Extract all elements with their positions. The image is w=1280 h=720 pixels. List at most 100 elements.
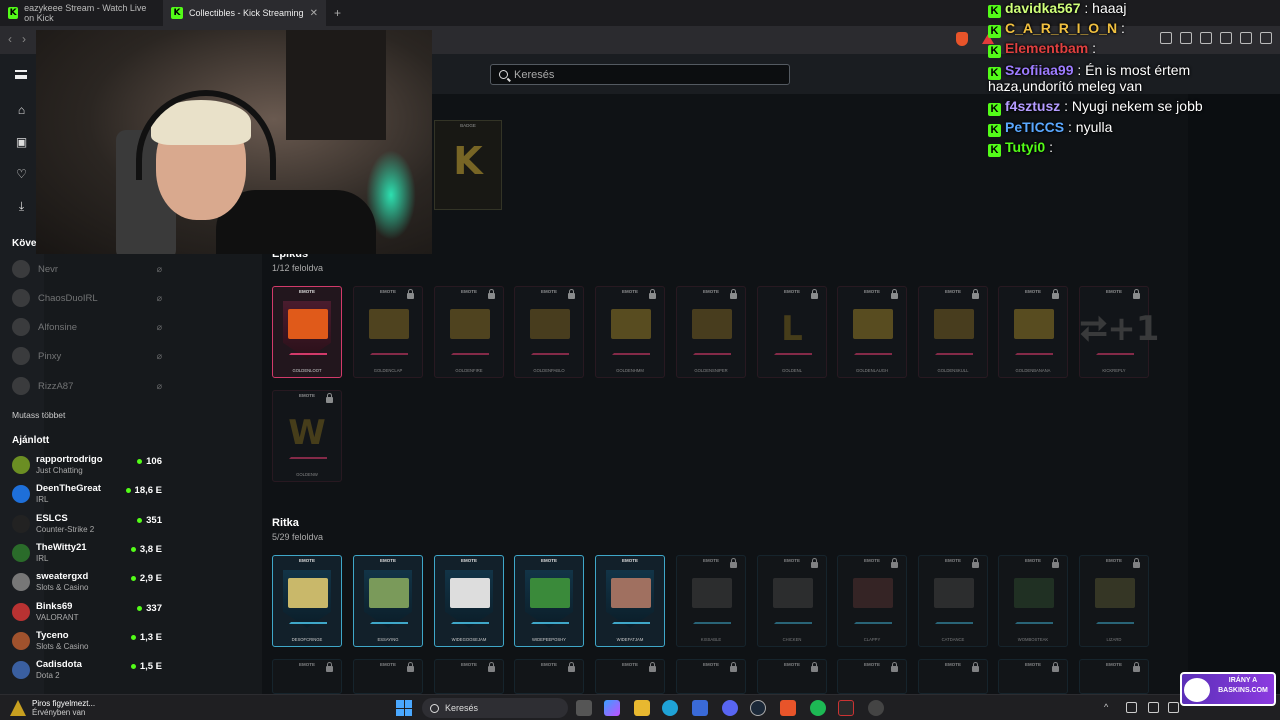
collectible-card[interactable]: EMOTE GOLDENCLAP <box>353 286 423 378</box>
collectible-card[interactable]: EMOTE WOMBOSTEAK <box>998 555 1068 647</box>
collectible-card[interactable]: EMOTE CATDANCE <box>918 555 988 647</box>
discord-icon[interactable] <box>722 700 738 716</box>
channel-name: rapportrodrigo <box>36 454 103 465</box>
collectible-card[interactable]: EMOTE <box>837 659 907 694</box>
collectible-card[interactable]: EMOTE WIDEFATJAM <box>595 555 665 647</box>
recommended-channel[interactable]: ESLCS Counter-Strike 2 351 <box>12 511 162 537</box>
live-dot-icon <box>137 606 143 611</box>
task-view-icon[interactable] <box>576 700 592 716</box>
new-tab-button[interactable]: + <box>334 0 341 26</box>
collectible-card[interactable]: EMOTE ESSAYING <box>353 555 423 647</box>
collectible-card[interactable]: EMOTE <box>434 659 504 694</box>
collectible-card[interactable]: EMOTE GOLDENLAUGH <box>837 286 907 378</box>
browse-icon[interactable]: ▣ <box>15 136 28 148</box>
close-tab-icon[interactable]: ✕ <box>310 8 318 19</box>
recommended-channel[interactable]: DeenTheGreat IRL 18,6 E <box>12 481 162 507</box>
brave-icon[interactable] <box>780 700 796 716</box>
spotify-icon[interactable] <box>810 700 826 716</box>
avatar <box>12 515 30 533</box>
collectible-card[interactable]: EMOTE W GOLDENW <box>272 390 342 482</box>
copilot-icon[interactable] <box>604 700 620 716</box>
browser-tab-stream[interactable]: K eazykeee Stream - Watch Live on Kick <box>0 0 163 26</box>
avatar <box>12 485 30 503</box>
emote-name: GOLDENLAUGH <box>855 368 889 373</box>
collectible-card[interactable]: EMOTE <box>514 659 584 694</box>
chevron-up-icon[interactable]: ^ <box>1104 702 1115 713</box>
browser-tab-collectibles[interactable]: K Collectibles - Kick Streaming ✕ <box>163 0 326 26</box>
collectible-card[interactable]: EMOTE GOLDENLOOT <box>272 286 342 378</box>
chat-username[interactable]: PeTICCS <box>1005 119 1064 135</box>
display-icon[interactable] <box>1168 702 1179 713</box>
recommended-channel[interactable]: Cadisdota Dota 2 1,5 E <box>12 657 162 683</box>
collectible-card[interactable]: EMOTE WIDEGOOSEJAM <box>434 555 504 647</box>
download-icon[interactable]: ⤓ <box>15 200 28 212</box>
recommended-channel[interactable]: TheWitty21 IRL 3,8 E <box>12 540 162 566</box>
emote-name: WIDEFATJAM <box>616 637 644 642</box>
heart-icon[interactable]: ♡ <box>15 168 28 180</box>
collectible-card[interactable]: EMOTE WIDEPEEPOSHY <box>514 555 584 647</box>
file-explorer-icon[interactable] <box>634 700 650 716</box>
following-item[interactable]: Nevr ⌀ <box>12 260 162 278</box>
badge-card[interactable]: BADGE K <box>434 120 502 210</box>
menu-icon[interactable] <box>15 70 27 79</box>
taskbar-search[interactable]: Keresés <box>422 698 568 718</box>
back-forward-icons[interactable]: ‹› <box>8 32 36 46</box>
obs-icon[interactable] <box>868 700 884 716</box>
collectible-card[interactable]: EMOTE <box>272 659 342 694</box>
following-item[interactable]: Pinxy ⌀ <box>12 347 162 365</box>
card-chevron <box>612 614 650 624</box>
steam-icon[interactable] <box>750 700 766 716</box>
chat-username[interactable]: Szofiiaa99 <box>1005 62 1073 78</box>
collectible-card[interactable]: EMOTE CLAPPY <box>837 555 907 647</box>
collectible-card[interactable]: EMOTE <box>1079 659 1149 694</box>
recommended-channel[interactable]: Binks69 VALORANT 337 <box>12 599 162 625</box>
collectible-card[interactable]: EMOTE <box>918 659 988 694</box>
collectible-card[interactable]: EMOTE L GOLDENL <box>757 286 827 378</box>
collectible-card[interactable]: EMOTE GOLDENBANANA <box>998 286 1068 378</box>
microphone-icon[interactable] <box>1148 702 1159 713</box>
channel-category: Dota 2 <box>36 671 60 680</box>
chat-username[interactable]: davidka567 <box>1005 0 1081 16</box>
chat-text: : <box>1045 139 1053 155</box>
weather-widget[interactable]: Piros figyelmezt... Érvényben van <box>10 695 95 720</box>
collectible-card[interactable]: EMOTE DESOFCRINGE <box>272 555 342 647</box>
chat-username[interactable]: f4sztusz <box>1005 98 1060 114</box>
search-input[interactable]: Keresés <box>490 64 790 85</box>
recommended-channel[interactable]: rapportrodrigo Just Chatting 106 <box>12 452 162 478</box>
collectible-card[interactable]: EMOTE LIZARD <box>1079 555 1149 647</box>
collectible-card[interactable]: EMOTE GOLDENSNIPER <box>676 286 746 378</box>
collectible-card[interactable]: EMOTE ⮂+1 KICKREPLY <box>1079 286 1159 378</box>
collectible-card[interactable]: EMOTE GOLDENHMM <box>595 286 665 378</box>
following-item[interactable]: Alfonsine ⌀ <box>12 318 162 336</box>
recommended-channel[interactable]: Tyceno Slots & Casino 1,3 E <box>12 628 162 654</box>
collectible-card[interactable]: EMOTE <box>676 659 746 694</box>
collectible-card[interactable]: EMOTE GOLDENPABLO <box>514 286 584 378</box>
edge-icon[interactable] <box>662 700 678 716</box>
collectible-card[interactable]: EMOTE CHICKEN <box>757 555 827 647</box>
collectible-card[interactable]: EMOTE KISSABLE <box>676 555 746 647</box>
following-item[interactable]: RizzA87 ⌀ <box>12 377 162 395</box>
avatar <box>12 260 30 278</box>
network-icon[interactable] <box>1126 702 1137 713</box>
windows-start-icon[interactable] <box>396 700 412 716</box>
emote-name: KICKREPLY <box>1102 368 1126 373</box>
collectible-card[interactable]: EMOTE <box>595 659 665 694</box>
collectible-card[interactable]: EMOTE <box>757 659 827 694</box>
home-icon[interactable]: ⌂ <box>15 104 28 116</box>
collectible-card[interactable]: EMOTE <box>998 659 1068 694</box>
show-more-link[interactable]: Mutass többet <box>12 410 65 420</box>
sponsor-ad: IRÁNY A BASKINS.COM <box>1180 672 1276 706</box>
collectible-card[interactable]: EMOTE GOLDENSKULL <box>918 286 988 378</box>
collectible-card[interactable]: EMOTE <box>353 659 423 694</box>
chat-username[interactable]: Tutyi0 <box>1005 139 1045 155</box>
emote-image <box>934 309 974 339</box>
brave-shield-icon[interactable] <box>956 32 968 46</box>
store-icon[interactable] <box>692 700 708 716</box>
following-item[interactable]: ChaosDuoIRL ⌀ <box>12 289 162 307</box>
chat-username[interactable]: C_A_R_R_I_O_N <box>1005 20 1117 36</box>
app-icon[interactable] <box>838 700 854 716</box>
chat-username[interactable]: Elementbam <box>1005 40 1088 56</box>
live-dot-icon <box>125 488 131 493</box>
collectible-card[interactable]: EMOTE GOLDENFIRE <box>434 286 504 378</box>
recommended-channel[interactable]: sweatergxd Slots & Casino 2,9 E <box>12 569 162 595</box>
